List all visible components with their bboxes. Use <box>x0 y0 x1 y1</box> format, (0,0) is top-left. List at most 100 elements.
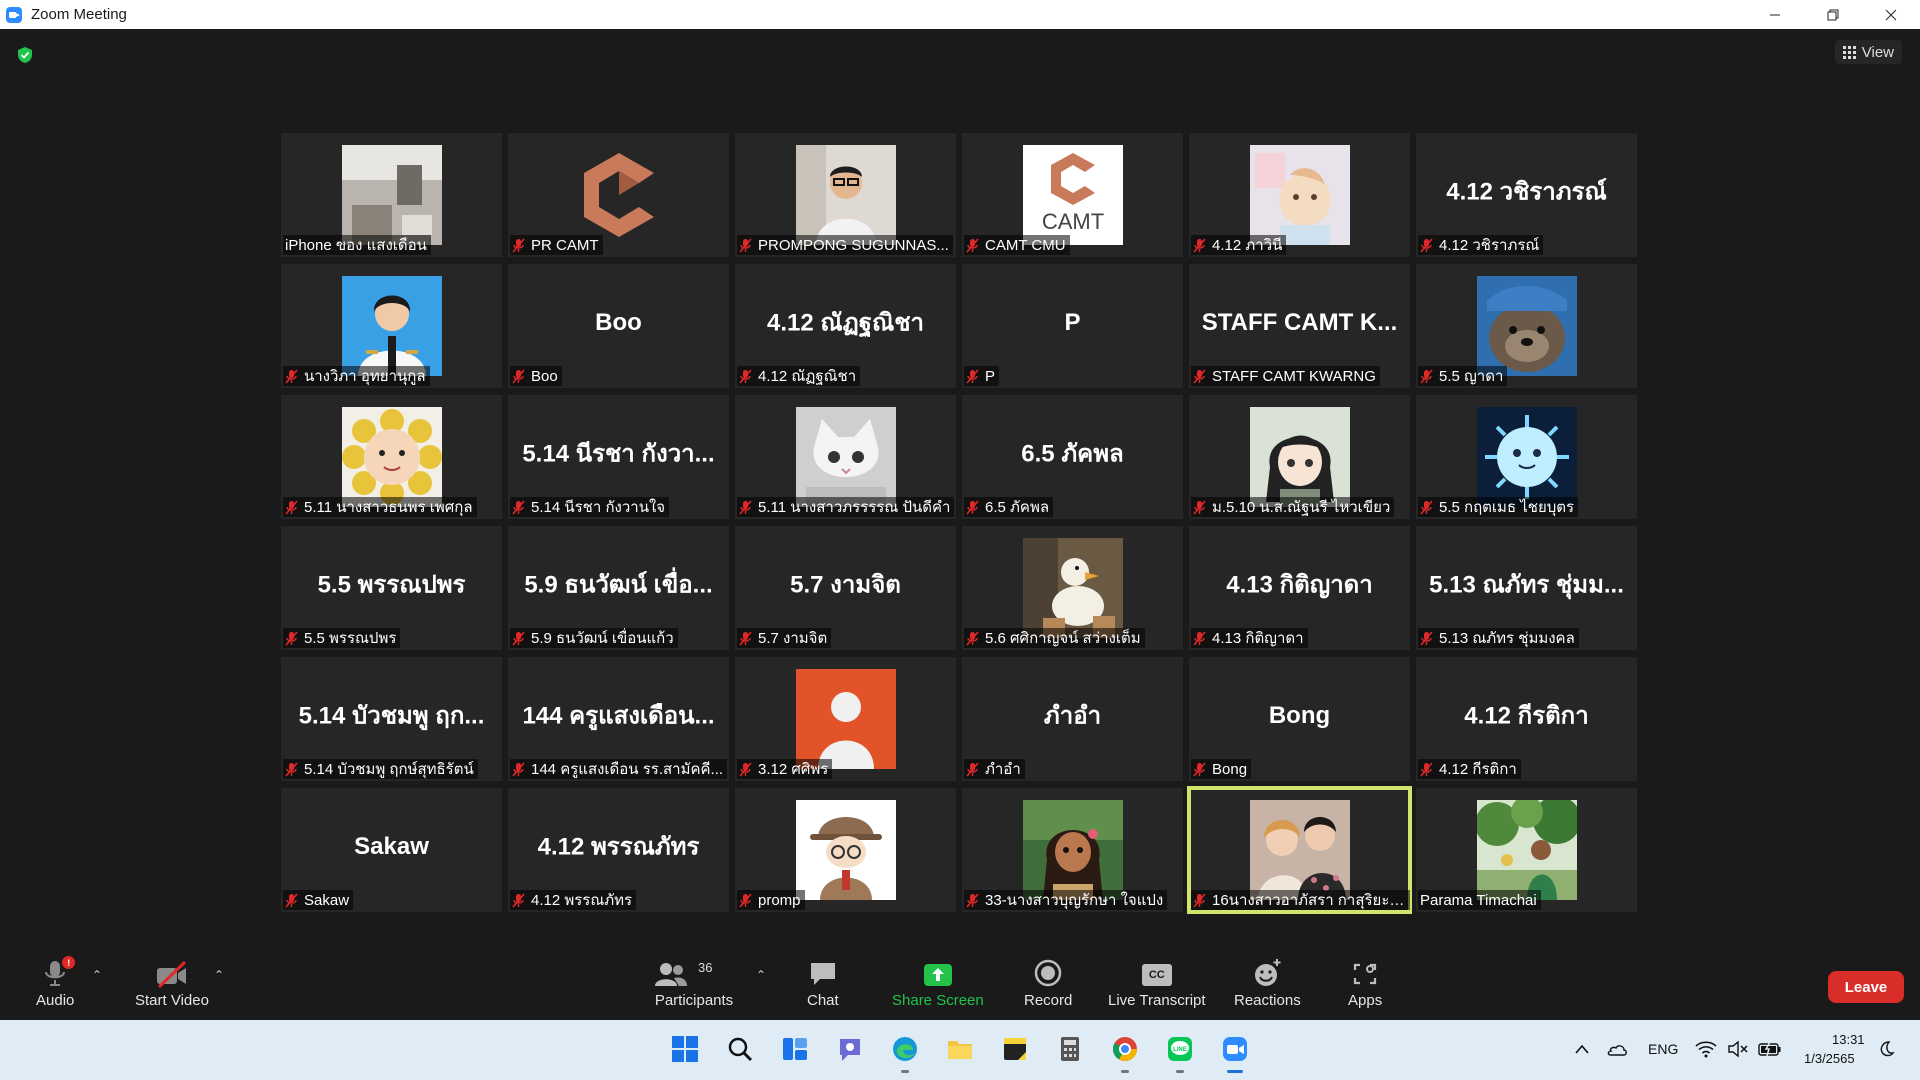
participant-name: 4.13 กิติญาดา <box>1212 630 1304 647</box>
chat-button[interactable]: Chat <box>807 958 839 1009</box>
view-button[interactable]: View <box>1834 40 1902 64</box>
muted-microphone-icon <box>512 630 525 646</box>
participant-tile[interactable]: STAFF CAMT K... STAFF CAMT KWARNG <box>1189 264 1410 388</box>
participant-name-label: 5.14 นีรชา กังวานใจ <box>510 497 670 517</box>
file-explorer-icon[interactable] <box>944 1033 976 1065</box>
participant-tile[interactable]: 5.5 กฤตเมธ ไชยบุตร <box>1416 395 1637 519</box>
participant-tile[interactable]: 5.7 งามจิต 5.7 งามจิต <box>735 526 956 650</box>
muted-microphone-icon <box>739 761 752 777</box>
participant-tile[interactable]: PP <box>962 264 1183 388</box>
participant-name: 5.14 บัวชมพู ฤกษ์สุทธิรัตน์ <box>304 761 474 778</box>
reactions-button[interactable]: Reactions <box>1234 958 1301 1009</box>
participant-display-name: 5.14 นีรชา กังวา... <box>522 440 715 468</box>
participant-tile[interactable]: iPhone ของ แสงเดือน <box>281 133 502 257</box>
record-button[interactable]: Record <box>1024 958 1072 1009</box>
participant-name: 5.11 นางสาวธนพร เพศกุล <box>304 499 473 516</box>
chrome-browser-icon[interactable] <box>1109 1033 1141 1073</box>
participant-tile[interactable]: PR CAMT <box>508 133 729 257</box>
participant-name-label: PR CAMT <box>510 235 603 255</box>
sticky-notes-icon[interactable] <box>999 1033 1031 1065</box>
apps-button[interactable]: Apps <box>1348 958 1382 1009</box>
participant-tile[interactable]: 6.5 ภัคพล 6.5 ภัคพล <box>962 395 1183 519</box>
participant-tile[interactable]: Sakaw Sakaw <box>281 788 502 912</box>
microphone-icon: ! <box>43 956 76 988</box>
participant-tile[interactable]: 4.12 พรรณภัทร 4.12 พรรณภัทร <box>508 788 729 912</box>
audio-options-caret-icon[interactable]: ⌃ <box>92 968 102 982</box>
participant-name-label: 4.12 วชิราภรณ์ <box>1418 235 1544 255</box>
participant-name: STAFF CAMT KWARNG <box>1212 367 1376 385</box>
calculator-icon[interactable] <box>1054 1033 1086 1065</box>
line-app-icon[interactable]: LINE <box>1164 1033 1196 1073</box>
audio-label: Audio <box>36 992 75 1009</box>
participant-tile[interactable]: 5.9 ธนวัฒน์ เขื่อ... 5.9 ธนวัฒน์ เขื่อนแก… <box>508 526 729 650</box>
edge-browser-icon[interactable] <box>889 1033 921 1073</box>
participants-button[interactable]: 36 Participants <box>654 958 734 1009</box>
participant-tile-active-speaker[interactable]: 16นางสาวอาภัสรา กาสุริยะ [... <box>1187 786 1412 914</box>
reactions-label: Reactions <box>1234 992 1301 1009</box>
battery-charging-icon[interactable] <box>1756 1033 1784 1065</box>
participant-display-name: ภำอำ <box>1043 702 1102 730</box>
participant-tile[interactable]: 5.11 นางสาวภรรรรณ ปันดีคำ <box>735 395 956 519</box>
participant-tile[interactable]: PROMPONG SUGUNNAS... <box>735 133 956 257</box>
participant-display-name: STAFF CAMT K... <box>1201 309 1398 337</box>
participant-name: 5.11 นางสาวภรรรรณ ปันดีคำ <box>758 499 951 516</box>
speaker-muted-icon[interactable] <box>1726 1033 1750 1065</box>
participant-tile[interactable]: CAMT CAMT CMU <box>962 133 1183 257</box>
participant-tile[interactable]: Parama Timachai <box>1416 788 1637 912</box>
search-icon[interactable] <box>724 1033 756 1065</box>
participant-video <box>341 145 442 245</box>
zoom-taskbar-icon[interactable] <box>1219 1033 1251 1073</box>
participant-tile[interactable]: 3.12 ศศิพร <box>735 657 956 781</box>
wifi-icon[interactable] <box>1694 1033 1718 1065</box>
participant-tile[interactable]: 4.12 วชิราภรณ์ 4.12 วชิราภรณ์ <box>1416 133 1637 257</box>
task-view-icon[interactable] <box>779 1033 811 1065</box>
participant-tile[interactable]: 5.5 ญาดา <box>1416 264 1637 388</box>
muted-microphone-icon <box>966 630 979 646</box>
notifications-moon-icon[interactable] <box>1874 1033 1898 1065</box>
onedrive-cloud-icon[interactable] <box>1605 1033 1629 1065</box>
participant-tile[interactable]: 5.6 ศศิกาญจน์ สว่างเต็ม <box>962 526 1183 650</box>
start-video-button[interactable]: Start Video <box>135 958 209 1009</box>
chat-label: Chat <box>807 992 839 1009</box>
audio-button[interactable]: ! Audio <box>36 956 76 1009</box>
share-screen-icon <box>922 958 954 988</box>
windows-start-icon[interactable] <box>669 1033 701 1065</box>
clock-date[interactable]: 1/3/2565 <box>1804 1051 1855 1066</box>
muted-microphone-icon <box>1420 368 1433 384</box>
close-button[interactable] <box>1862 0 1920 29</box>
participants-options-caret-icon[interactable]: ⌃ <box>756 968 766 982</box>
leave-button[interactable]: Leave <box>1828 971 1904 1003</box>
participant-tile[interactable]: 4.13 กิติญาดา 4.13 กิติญาดา <box>1189 526 1410 650</box>
video-options-caret-icon[interactable]: ⌃ <box>214 968 224 982</box>
participant-tile[interactable]: 4.12 ภาวินี <box>1189 133 1410 257</box>
show-hidden-icons-chevron-icon[interactable] <box>1572 1033 1592 1065</box>
participants-label: Participants <box>654 992 734 1009</box>
participant-tile[interactable]: Boo Boo <box>508 264 729 388</box>
participant-tile[interactable]: 5.14 นีรชา กังวา... 5.14 นีรชา กังวานใจ <box>508 395 729 519</box>
encryption-shield-icon[interactable] <box>16 46 34 64</box>
participant-tile[interactable]: 144 ครูแสงเดือน... 144 ครูแสงเดือน รร.สาม… <box>508 657 729 781</box>
participant-display-name: 6.5 ภัคพล <box>1021 440 1124 468</box>
participant-tile[interactable]: 4.12 กีรติกา 4.12 กีรติกา <box>1416 657 1637 781</box>
teams-chat-icon[interactable] <box>834 1033 866 1065</box>
participant-tile[interactable]: 5.11 นางสาวธนพร เพศกุล <box>281 395 502 519</box>
participant-tile[interactable]: 4.12 ณัฏฐณิชา 4.12 ณัฏฐณิชา <box>735 264 956 388</box>
participant-tile[interactable]: 5.5 พรรณปพร 5.5 พรรณปพร <box>281 526 502 650</box>
minimize-button[interactable] <box>1746 0 1804 29</box>
participant-tile[interactable]: promp <box>735 788 956 912</box>
participant-name: iPhone ของ แสงเดือน <box>285 237 427 254</box>
live-transcript-button[interactable]: CC Live Transcript <box>1108 958 1206 1009</box>
participant-tile[interactable]: 33-นางสาวบุญรักษา ใจแปง <box>962 788 1183 912</box>
participant-name-label: 5.6 ศศิกาญจน์ สว่างเต็ม <box>964 628 1145 648</box>
participant-tile[interactable]: ม.5.10 น.ส.ณัฐนรี ไหวเขียว <box>1189 395 1410 519</box>
participant-tile[interactable]: 5.14 บัวชมพู ฤก... 5.14 บัวชมพู ฤกษ์สุทธิ… <box>281 657 502 781</box>
restore-button[interactable] <box>1804 0 1862 29</box>
participant-tile[interactable]: 5.13 ณภัทร ชุ่มม... 5.13 ณภัทร ชุ่มมงคล <box>1416 526 1637 650</box>
clock-time[interactable]: 13:31 <box>1832 1032 1865 1047</box>
participant-tile[interactable]: Bong Bong <box>1189 657 1410 781</box>
language-indicator[interactable]: ENG <box>1648 1041 1678 1057</box>
participant-tile[interactable]: นางวิภา อุทยานุกูล <box>281 264 502 388</box>
share-screen-button[interactable]: Share Screen <box>892 958 984 1009</box>
participant-tile[interactable]: ภำอำ ภำอำ <box>962 657 1183 781</box>
muted-microphone-icon <box>512 761 525 777</box>
